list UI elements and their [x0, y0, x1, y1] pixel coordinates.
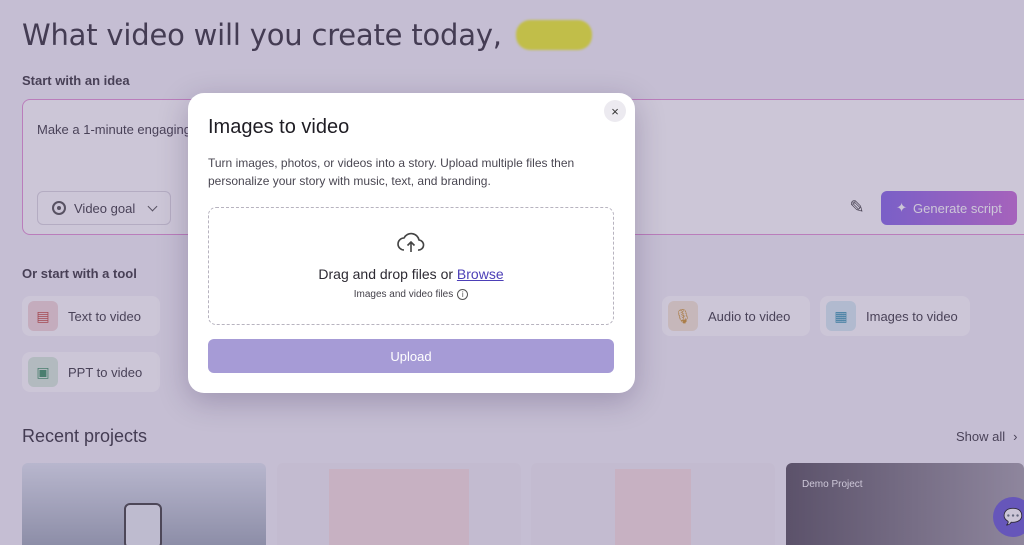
images-to-video-modal: × Images to video Turn images, photos, o… — [188, 93, 635, 393]
drop-instruction: Drag and drop files or Browse — [209, 266, 613, 282]
close-button[interactable]: × — [604, 100, 626, 122]
file-types-label: Images and video files — [353, 289, 454, 300]
browse-link[interactable]: Browse — [457, 266, 504, 282]
modal-title: Images to video — [208, 116, 350, 138]
app-background: What video will you create today, Start … — [0, 0, 1024, 545]
close-icon: × — [611, 103, 619, 119]
modal-description: Turn images, photos, or videos into a st… — [208, 156, 575, 188]
file-dropzone[interactable]: Drag and drop files or Browse Images and… — [208, 207, 614, 325]
upload-label: Upload — [390, 348, 432, 364]
file-types-hint: Images and video files i — [209, 289, 613, 300]
drop-text: Drag and drop files or — [318, 266, 454, 282]
info-icon[interactable]: i — [457, 289, 469, 300]
cloud-upload-icon — [397, 232, 425, 252]
upload-button[interactable]: Upload — [208, 339, 614, 373]
